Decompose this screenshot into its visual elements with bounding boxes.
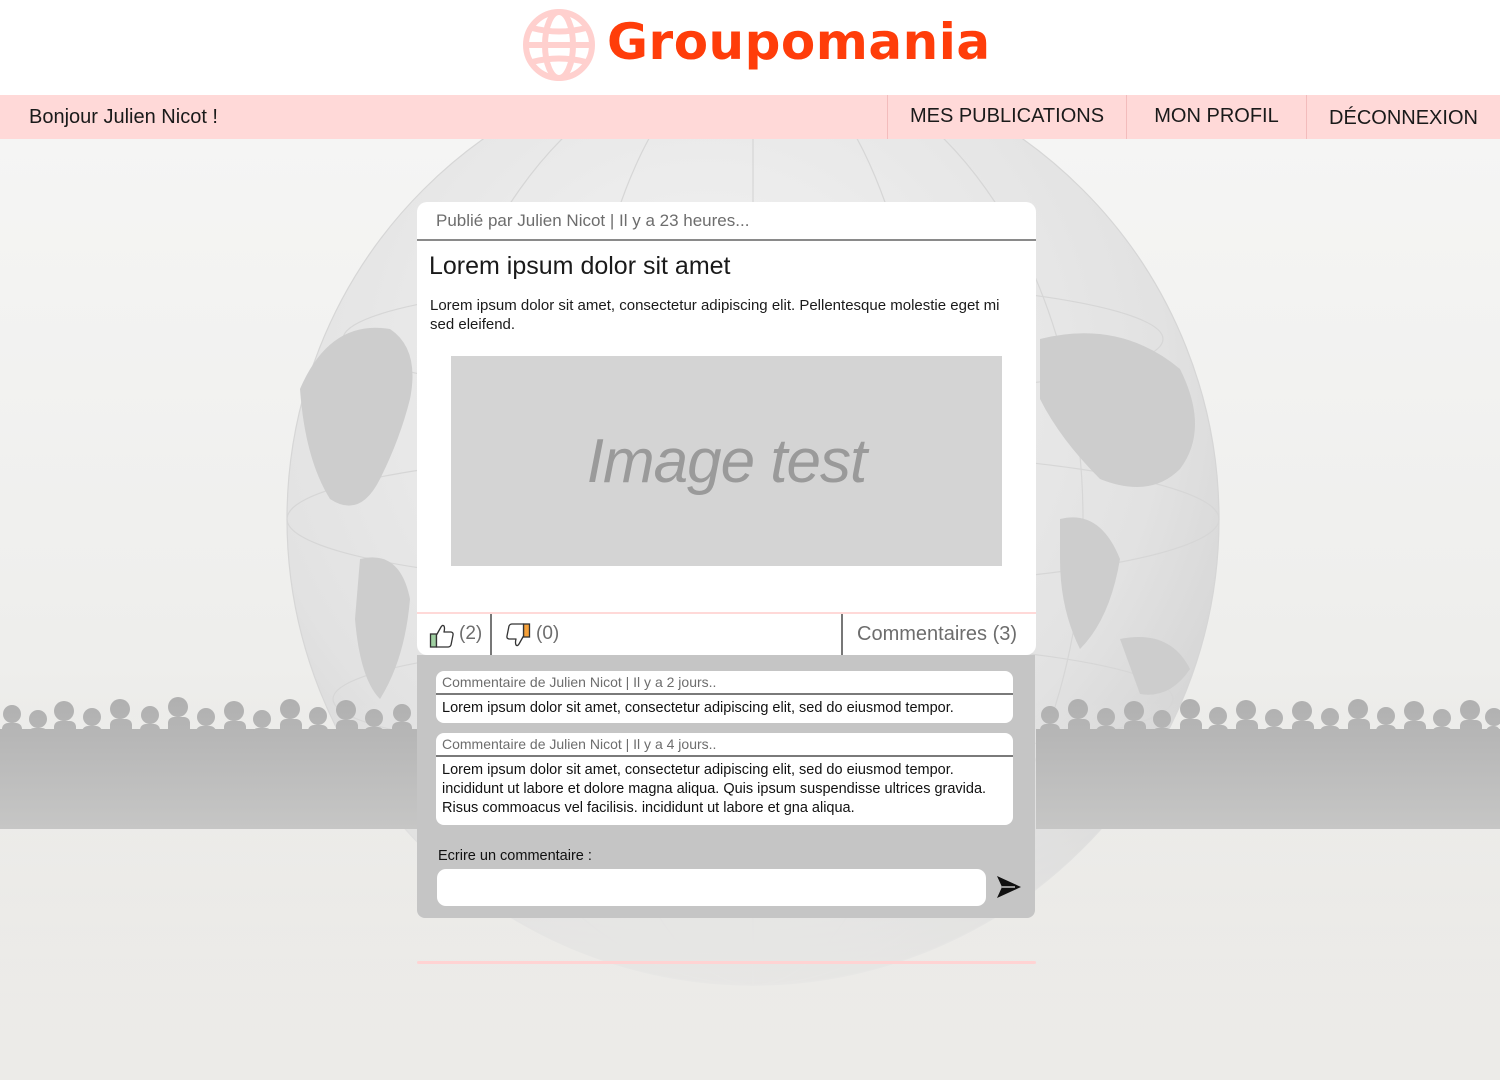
comment-meta: Commentaire de Julien Nicot | Il y a 4 j… (436, 733, 1013, 757)
thumbs-down-icon (506, 623, 531, 647)
send-arrow-icon[interactable] (995, 873, 1023, 901)
nav-my-publications[interactable]: MES PUBLICATIONS (887, 95, 1126, 139)
thumbs-up-icon (429, 624, 454, 648)
nav-bar: Bonjour Julien Nicot ! MES PUBLICATIONS … (0, 95, 1500, 139)
like-count: (2) (459, 623, 483, 644)
post-actions: (2) (0) Commentaires (3) (417, 612, 1036, 655)
post-card: Publié par Julien Nicot | Il y a 23 heur… (417, 202, 1036, 655)
comments-panel: Commentaire de Julien Nicot | Il y a 2 j… (417, 655, 1035, 918)
nav-my-profile[interactable]: MON PROFIL (1126, 95, 1306, 139)
globe-icon (523, 9, 595, 81)
comment-item: Commentaire de Julien Nicot | Il y a 2 j… (436, 671, 1013, 723)
post-body: Lorem ipsum dolor sit amet, consectetur … (430, 297, 1000, 333)
post-title: Lorem ipsum dolor sit amet (429, 252, 731, 280)
comments-toggle[interactable]: Commentaires (3) (841, 614, 1036, 655)
comment-text: Lorem ipsum dolor sit amet, consectetur … (442, 762, 987, 816)
divider (417, 961, 1036, 964)
nav-logout[interactable]: DÉCONNEXION (1306, 95, 1500, 139)
dislike-count: (0) (536, 623, 560, 644)
like-button[interactable]: (2) (417, 614, 492, 655)
brand-name: Groupomania (607, 13, 991, 71)
post-meta: Publié par Julien Nicot | Il y a 23 heur… (417, 202, 1036, 241)
header: Groupomania (0, 0, 1500, 95)
post-image[interactable]: Image test (451, 356, 1002, 566)
comment-input[interactable] (437, 869, 986, 906)
comment-text: Lorem ipsum dolor sit amet, consectetur … (442, 700, 954, 716)
dislike-button[interactable]: (0) (494, 614, 614, 655)
post-image-label: Image test (586, 426, 867, 496)
comment-input-label: Ecrire un commentaire : (438, 848, 592, 864)
greeting: Bonjour Julien Nicot ! (29, 106, 218, 128)
comment-meta: Commentaire de Julien Nicot | Il y a 2 j… (436, 671, 1013, 695)
comment-item: Commentaire de Julien Nicot | Il y a 4 j… (436, 733, 1013, 825)
